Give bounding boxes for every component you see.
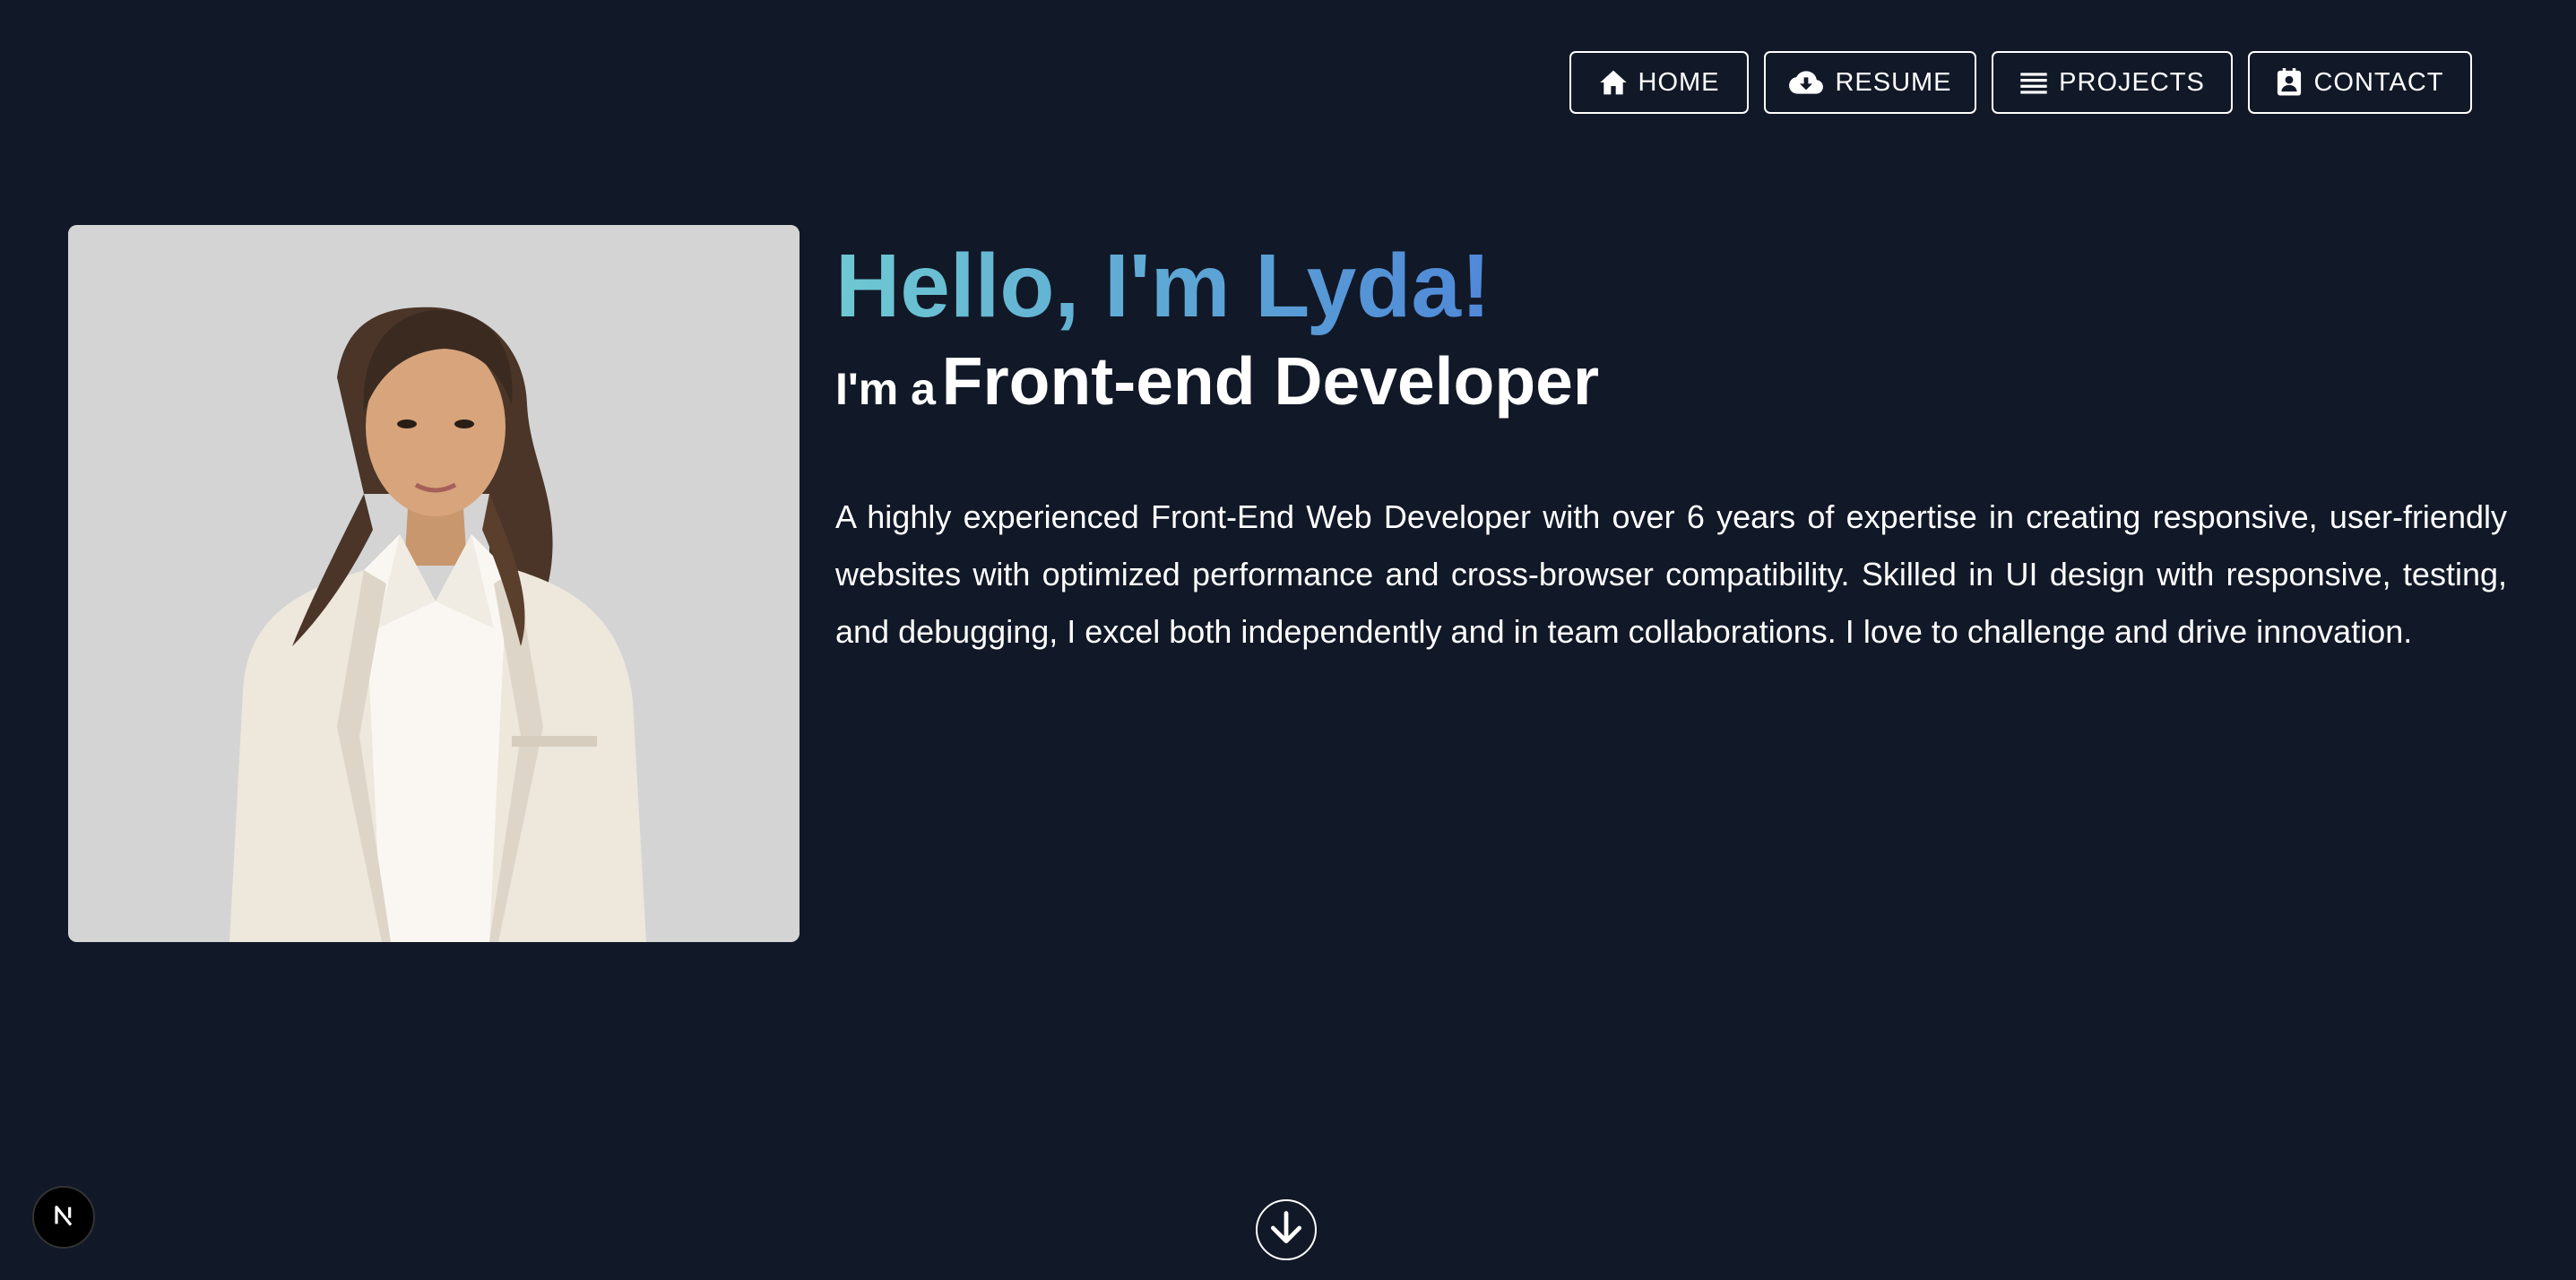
nav-contact-button[interactable]: CONTACT: [2248, 51, 2472, 114]
contact-card-icon: [2276, 68, 2303, 97]
profile-photo: [68, 225, 800, 942]
nav-contact-label: CONTACT: [2313, 67, 2444, 97]
cloud-download-icon: [1788, 70, 1824, 95]
next-js-icon: [49, 1201, 78, 1234]
top-navigation: HOME RESUME PROJECTS CONTACT: [1569, 51, 2472, 114]
scroll-down-button[interactable]: [1256, 1199, 1317, 1260]
role-prefix: I'm a: [835, 364, 936, 414]
nav-resume-label: RESUME: [1835, 67, 1952, 97]
arrow-down-icon: [1266, 1208, 1306, 1252]
nav-resume-button[interactable]: RESUME: [1764, 51, 1976, 114]
hero-greeting: Hello, I'm Lyda!: [835, 236, 1491, 336]
nav-home-button[interactable]: HOME: [1569, 51, 1749, 114]
role-title: Front-end Developer: [941, 343, 1600, 419]
nav-projects-button[interactable]: PROJECTS: [1992, 51, 2233, 114]
list-icon: [2019, 70, 2048, 95]
nav-projects-label: PROJECTS: [2059, 67, 2205, 97]
hero-role: I'm a Front-end Developer: [835, 341, 1599, 438]
hero-bio: A highly experienced Front-End Web Devel…: [835, 498, 2507, 650]
next-dev-badge[interactable]: [32, 1186, 95, 1249]
nav-home-label: HOME: [1638, 67, 1720, 97]
portfolio-page: HOME RESUME PROJECTS CONTACT Hello, I'm …: [0, 0, 2576, 1280]
home-icon: [1599, 69, 1628, 96]
